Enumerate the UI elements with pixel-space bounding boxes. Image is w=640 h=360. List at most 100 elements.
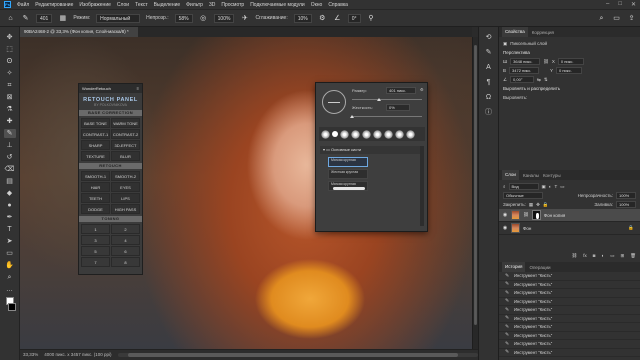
- brush-settings-panel-icon[interactable]: ✎: [484, 48, 494, 58]
- more-tools-icon[interactable]: …: [4, 285, 16, 294]
- filter-pixel-icon[interactable]: ▣: [542, 184, 546, 190]
- path-select-icon[interactable]: ➤: [4, 237, 16, 246]
- visibility-eye-icon[interactable]: ◉: [502, 212, 508, 218]
- menu-select[interactable]: Выделение: [154, 2, 181, 8]
- width-field[interactable]: 3648 пикс.: [510, 58, 541, 65]
- maximize-icon[interactable]: □: [618, 1, 622, 8]
- brush-tip-hard[interactable]: [332, 131, 338, 137]
- 3d-effect-button[interactable]: 3D-EFFECT: [111, 140, 140, 150]
- menu-view[interactable]: Просмотр: [221, 2, 244, 8]
- brush-tip-soft[interactable]: [340, 129, 349, 139]
- layer-row-background-copy[interactable]: ◉ ⛓ Фон копия: [499, 209, 640, 222]
- menu-edit[interactable]: Редактирование: [35, 2, 73, 8]
- add-mask-icon[interactable]: ◙: [593, 253, 596, 258]
- healing-tool-icon[interactable]: ✚: [4, 117, 16, 126]
- filter-type-icon[interactable]: T: [555, 184, 558, 189]
- zoom-readout[interactable]: 33,33%: [23, 350, 38, 360]
- teeth-button[interactable]: TEETH: [81, 193, 110, 203]
- brush-tip-soft[interactable]: [321, 129, 330, 139]
- gradient-tool-icon[interactable]: ▤: [4, 177, 16, 186]
- history-item[interactable]: ✎ Инструмент "Кисть": [499, 340, 640, 349]
- menu-help[interactable]: Справка: [328, 2, 348, 8]
- retouch-panel-header[interactable]: WonderRetouch ≡: [79, 84, 142, 93]
- new-layer-icon[interactable]: ⊞: [621, 253, 625, 259]
- history-item[interactable]: ✎ Инструмент "Кисть": [499, 281, 640, 289]
- brush-tool-icon[interactable]: ✎: [21, 14, 30, 23]
- texture-button[interactable]: TEXTURE: [81, 151, 110, 161]
- airbrush-icon[interactable]: ✈: [240, 14, 249, 23]
- fx-icon[interactable]: fx: [583, 253, 587, 258]
- lock-position-icon[interactable]: ✥: [536, 202, 540, 208]
- tab-layers[interactable]: Слои: [502, 170, 519, 180]
- brush-tool-icon[interactable]: ✎: [3, 129, 16, 138]
- brush-settings-icon[interactable]: ▦: [58, 14, 67, 23]
- fill-field[interactable]: 100%: [616, 201, 636, 208]
- angle-field[interactable]: 0,00°: [510, 76, 535, 83]
- lasso-tool-icon[interactable]: ʘ: [4, 57, 16, 66]
- picker-gear-icon[interactable]: ⚙: [420, 87, 424, 92]
- group-icon[interactable]: ▭: [610, 253, 614, 259]
- size-field[interactable]: 401 пикс.: [386, 87, 416, 94]
- layer-row-background[interactable]: ◉ Фон 🔒: [499, 222, 640, 235]
- align-section-title[interactable]: Выровнять и распределить: [499, 84, 640, 93]
- toning-8-button[interactable]: 8: [111, 257, 140, 267]
- type-tool-icon[interactable]: T: [4, 225, 16, 234]
- document-tab[interactable]: 90BA2468-2 @ 33,3% (Фон копия, Слой-маск…: [20, 27, 138, 37]
- brush-soft-round-pressure[interactable]: Мягкая круглая: [328, 181, 368, 191]
- gear-icon[interactable]: ⚙: [318, 14, 327, 23]
- search-icon[interactable]: ⌕: [597, 14, 606, 23]
- background-color-swatch[interactable]: [8, 303, 16, 311]
- mode-select[interactable]: Нормальный: [96, 13, 141, 23]
- blur-button[interactable]: BLUR: [111, 151, 140, 161]
- frame-tool-icon[interactable]: ⊠: [4, 93, 16, 102]
- menu-file[interactable]: Файл: [17, 2, 29, 8]
- history-item[interactable]: ✎ Инструмент "Кисть": [499, 323, 640, 332]
- trash-icon[interactable]: 🗑: [630, 253, 636, 259]
- menu-filter[interactable]: Фильтр: [186, 2, 203, 8]
- tab-actions[interactable]: Операции: [529, 265, 550, 270]
- eyedropper-tool-icon[interactable]: ⚗: [4, 105, 16, 114]
- toning-3-button[interactable]: 3: [81, 235, 110, 245]
- toning-4-button[interactable]: 4: [111, 235, 140, 245]
- layer-mask-thumbnail[interactable]: [531, 210, 541, 220]
- lock-icon[interactable]: 🔒: [628, 225, 634, 231]
- quick-select-tool-icon[interactable]: ✧: [4, 69, 16, 78]
- eyes-button[interactable]: EYES: [111, 182, 140, 192]
- menu-plugins[interactable]: Подключаемые модули: [250, 2, 304, 8]
- layer-name[interactable]: Фон копия: [544, 213, 566, 218]
- toning-1-button[interactable]: 1: [81, 224, 110, 234]
- link-icon[interactable]: ⛓: [543, 59, 549, 65]
- adjustment-layer-icon[interactable]: ◐: [602, 253, 605, 258]
- brush-tip-splatter[interactable]: [373, 129, 382, 139]
- layer-name[interactable]: Фон: [523, 226, 531, 231]
- tab-adjustments[interactable]: Коррекция: [532, 30, 554, 35]
- brush-soft-round[interactable]: Мягкая круглая: [328, 157, 368, 167]
- home-icon[interactable]: ⌂: [6, 14, 15, 23]
- height-field[interactable]: 3472 пикс.: [509, 67, 540, 74]
- history-panel-icon[interactable]: ⟲: [484, 33, 494, 43]
- hardness-slider[interactable]: [352, 116, 422, 117]
- smooth-2-button[interactable]: SMOOTH-2: [111, 171, 140, 181]
- hardness-slider-knob[interactable]: [350, 115, 354, 118]
- toning-5-button[interactable]: 5: [81, 246, 110, 256]
- toning-2-button[interactable]: 2: [111, 224, 140, 234]
- brush-angle-preview[interactable]: [322, 90, 346, 114]
- layer-opacity-field[interactable]: 100%: [616, 192, 636, 199]
- warm-tone-button[interactable]: WARM TONE: [111, 118, 140, 128]
- history-item[interactable]: ✎ Инструмент "Кисть": [499, 349, 640, 357]
- brush-size-preset[interactable]: 401: [36, 13, 53, 23]
- shape-tool-icon[interactable]: ▭: [4, 249, 16, 258]
- brush-folder-general[interactable]: ▾ ▭ Основные кисти: [320, 146, 420, 154]
- filter-shape-icon[interactable]: ▭: [560, 184, 564, 190]
- share-icon[interactable]: ⇪: [627, 14, 636, 23]
- angle-icon[interactable]: ∠: [333, 14, 342, 23]
- canvas-horizontal-scrollbar[interactable]: [117, 353, 478, 357]
- symmetry-icon[interactable]: ⚲: [367, 14, 376, 23]
- menu-image[interactable]: Изображение: [79, 2, 111, 8]
- history-item[interactable]: ✎ Инструмент "Кисть": [499, 332, 640, 340]
- sharp-button[interactable]: SHARP: [81, 140, 110, 150]
- lips-button[interactable]: LIPS: [111, 193, 140, 203]
- scrollbar-thumb[interactable]: [127, 353, 458, 357]
- visibility-eye-icon[interactable]: ◉: [502, 225, 508, 231]
- menu-layers[interactable]: Слои: [117, 2, 129, 8]
